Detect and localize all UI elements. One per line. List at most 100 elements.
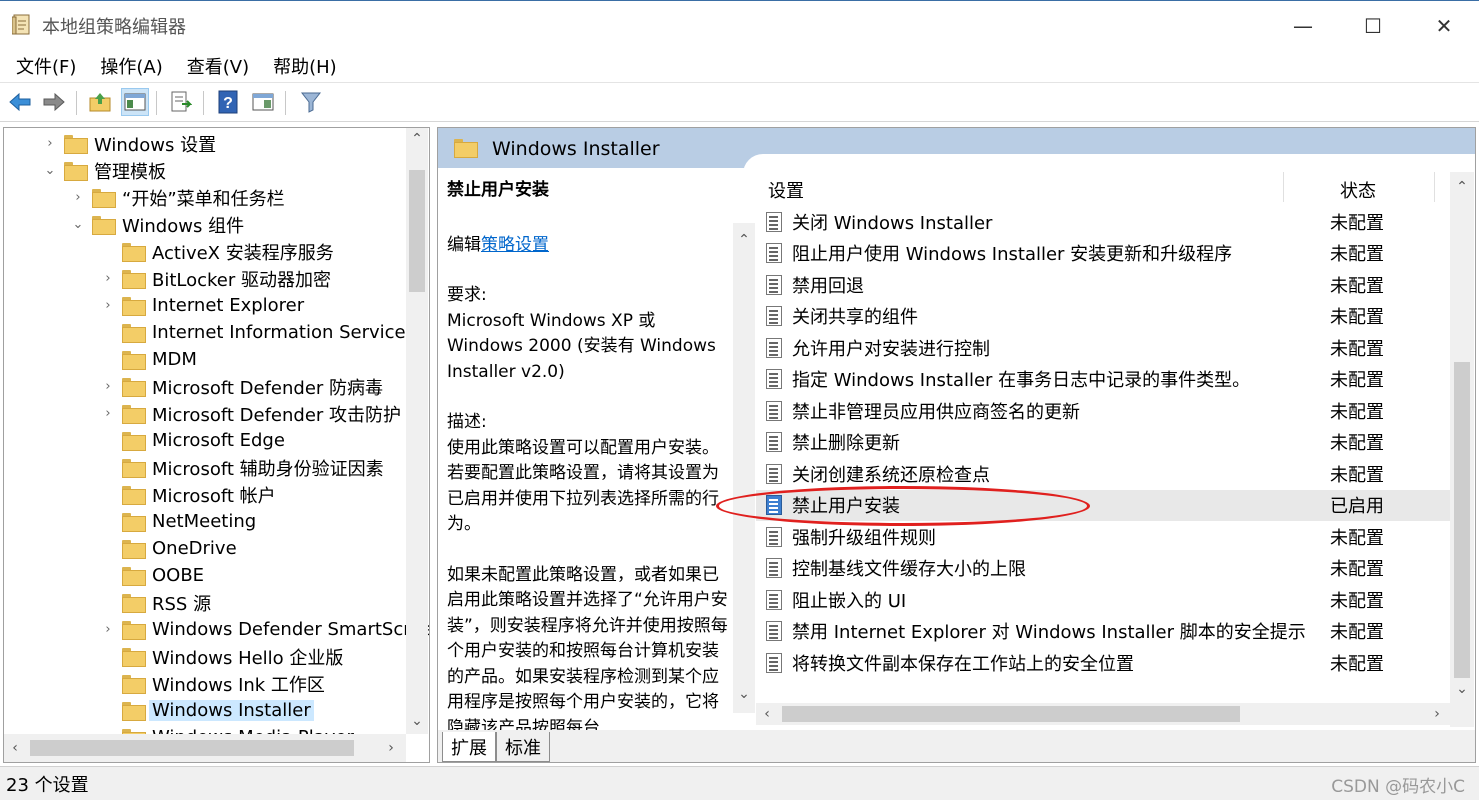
tree-item-label: Windows 组件: [122, 215, 245, 237]
policy-name: 禁止用户安装: [792, 496, 900, 517]
policy-row[interactable]: 阻止用户使用 Windows Installer 安装更新和升级程序 未配置: [756, 238, 1450, 269]
scroll-down-icon[interactable]: ⌄: [733, 683, 755, 705]
scroll-up-icon[interactable]: ⌃: [1450, 176, 1474, 198]
tree-item[interactable]: › Windows Defender SmartScreen: [100, 616, 429, 643]
tree-item[interactable]: Microsoft Edge: [100, 427, 285, 454]
tree-item[interactable]: › Microsoft Defender 攻击防护: [100, 400, 401, 427]
column-divider[interactable]: [1434, 172, 1435, 202]
tree-item-label: Windows 设置: [94, 134, 217, 156]
tree-hscroll-thumb[interactable]: [30, 740, 354, 756]
tree-item[interactable]: RSS 源: [100, 589, 211, 616]
minimize-button[interactable]: —: [1268, 1, 1338, 51]
tab-extended[interactable]: 扩展: [442, 732, 496, 762]
scroll-down-icon[interactable]: ⌄: [1450, 678, 1474, 700]
policy-row[interactable]: 禁止用户安装 已启用: [756, 489, 1450, 521]
policy-row[interactable]: 关闭创建系统还原检查点 未配置: [756, 458, 1450, 489]
policy-settings-link[interactable]: 策略设置: [481, 235, 549, 255]
expanded-chevron-icon[interactable]: ⌄: [42, 163, 58, 178]
collapsed-chevron-icon[interactable]: ›: [100, 298, 116, 313]
tree-scroll-thumb[interactable]: [409, 170, 425, 292]
column-header-status[interactable]: 状态: [1340, 177, 1376, 203]
title-bar: 本地组策略编辑器 — ☐ ✕: [0, 0, 1479, 50]
collapsed-chevron-icon[interactable]: ›: [70, 190, 86, 205]
filter-icon[interactable]: [297, 88, 325, 116]
policy-setting-icon: [766, 526, 782, 547]
tree-item[interactable]: OOBE: [100, 562, 204, 589]
scroll-up-icon[interactable]: ⌃: [406, 128, 428, 150]
close-button[interactable]: ✕: [1409, 1, 1479, 51]
tree-item[interactable]: OneDrive: [100, 535, 237, 562]
scroll-right-icon[interactable]: ›: [380, 737, 402, 759]
tree-item[interactable]: › Internet Explorer: [100, 292, 304, 319]
tree-vertical-scrollbar[interactable]: ⌃ ⌄: [406, 128, 428, 734]
scroll-left-icon[interactable]: ‹: [756, 703, 778, 725]
tree-item-label: Windows Hello 企业版: [152, 647, 344, 669]
properties-icon[interactable]: [249, 88, 277, 116]
settings-scroll-thumb[interactable]: [1454, 362, 1470, 678]
export-list-icon[interactable]: [167, 88, 195, 116]
folder-icon: [122, 621, 146, 640]
tree-item[interactable]: › “开始”菜单和任务栏: [70, 184, 284, 211]
tree-item[interactable]: ⌄ Windows 组件: [70, 211, 245, 238]
settings-horizontal-scrollbar[interactable]: ‹ ›: [756, 703, 1450, 725]
menu-view[interactable]: 查看(V): [187, 53, 249, 79]
collapsed-chevron-icon[interactable]: ›: [100, 406, 116, 421]
policy-row[interactable]: 允许用户对安装进行控制 未配置: [756, 332, 1450, 363]
policy-row[interactable]: 关闭共享的组件 未配置: [756, 301, 1450, 332]
settings-vertical-scrollbar[interactable]: ⌃ ⌄: [1450, 172, 1474, 727]
tree-horizontal-scrollbar[interactable]: ‹ ›: [4, 734, 406, 762]
scroll-left-icon[interactable]: ‹: [4, 737, 26, 759]
tree-item[interactable]: MDM: [100, 346, 197, 373]
policy-row[interactable]: 禁止删除更新 未配置: [756, 427, 1450, 458]
scroll-up-icon[interactable]: ⌃: [733, 229, 755, 251]
tree-item[interactable]: ⌄ 管理模板: [42, 157, 166, 184]
policy-status: 未配置: [1330, 653, 1384, 675]
forward-icon[interactable]: [40, 88, 68, 116]
help-icon[interactable]: ?: [214, 88, 242, 116]
maximize-button[interactable]: ☐: [1338, 1, 1408, 51]
menu-action[interactable]: 操作(A): [100, 53, 162, 79]
collapsed-chevron-icon[interactable]: ›: [42, 136, 58, 151]
tree-item[interactable]: Microsoft 帐户: [100, 481, 276, 508]
collapsed-chevron-icon[interactable]: ›: [100, 622, 116, 637]
column-header-setting[interactable]: 设置: [768, 177, 804, 203]
tree-item[interactable]: Microsoft 辅助身份验证因素: [100, 454, 384, 481]
tab-standard[interactable]: 标准: [496, 732, 550, 762]
scroll-right-icon[interactable]: ›: [1426, 703, 1448, 725]
back-icon[interactable]: [6, 88, 34, 116]
tree-item[interactable]: › Windows 设置: [42, 130, 216, 157]
policy-row[interactable]: 强制升级组件规则 未配置: [756, 521, 1450, 552]
tree-item[interactable]: › BitLocker 驱动器加密: [100, 265, 331, 292]
svg-text:?: ?: [223, 95, 233, 112]
up-folder-icon[interactable]: [86, 88, 114, 116]
policy-row[interactable]: 禁用回退 未配置: [756, 269, 1450, 300]
policy-row[interactable]: 控制基线文件缓存大小的上限 未配置: [756, 553, 1450, 584]
tree-item[interactable]: Windows Installer: [100, 697, 314, 724]
policy-row[interactable]: 禁用 Internet Explorer 对 Windows Installer…: [756, 616, 1450, 647]
column-divider[interactable]: [1283, 172, 1284, 202]
policy-row[interactable]: 阻止嵌入的 UI 未配置: [756, 584, 1450, 615]
expanded-chevron-icon[interactable]: ⌄: [70, 217, 86, 232]
policy-setting-icon: [766, 337, 782, 358]
settings-hscroll-thumb[interactable]: [782, 706, 1240, 722]
tree-item[interactable]: › Microsoft Defender 防病毒: [100, 373, 383, 400]
scroll-down-icon[interactable]: ⌄: [406, 710, 428, 732]
policy-row[interactable]: 关闭 Windows Installer 未配置: [756, 206, 1450, 237]
collapsed-chevron-icon[interactable]: ›: [100, 379, 116, 394]
tree-item-label: Internet Information Services: [152, 322, 416, 343]
tree-item[interactable]: ActiveX 安装程序服务: [100, 238, 334, 265]
policy-row[interactable]: 将转换文件副本保存在工作站上的安全位置 未配置: [756, 647, 1450, 678]
show-hide-tree-icon[interactable]: [121, 88, 149, 116]
tree-item[interactable]: NetMeeting: [100, 508, 256, 535]
description-scrollbar[interactable]: ⌃ ⌄: [733, 223, 755, 713]
tree-item[interactable]: Internet Information Services: [100, 319, 415, 346]
tree-item[interactable]: Windows Ink 工作区: [100, 670, 325, 697]
tree-item[interactable]: Windows Hello 企业版: [100, 643, 343, 670]
menu-help[interactable]: 帮助(H): [273, 53, 337, 79]
collapsed-chevron-icon[interactable]: ›: [100, 271, 116, 286]
menu-file[interactable]: 文件(F): [16, 53, 76, 79]
policy-status: 未配置: [1330, 338, 1384, 360]
policy-setting-icon: [766, 621, 782, 641]
policy-row[interactable]: 禁止非管理员应用供应商签名的更新 未配置: [756, 395, 1450, 426]
policy-row[interactable]: 指定 Windows Installer 在事务日志中记录的事件类型。 未配置: [756, 364, 1450, 395]
